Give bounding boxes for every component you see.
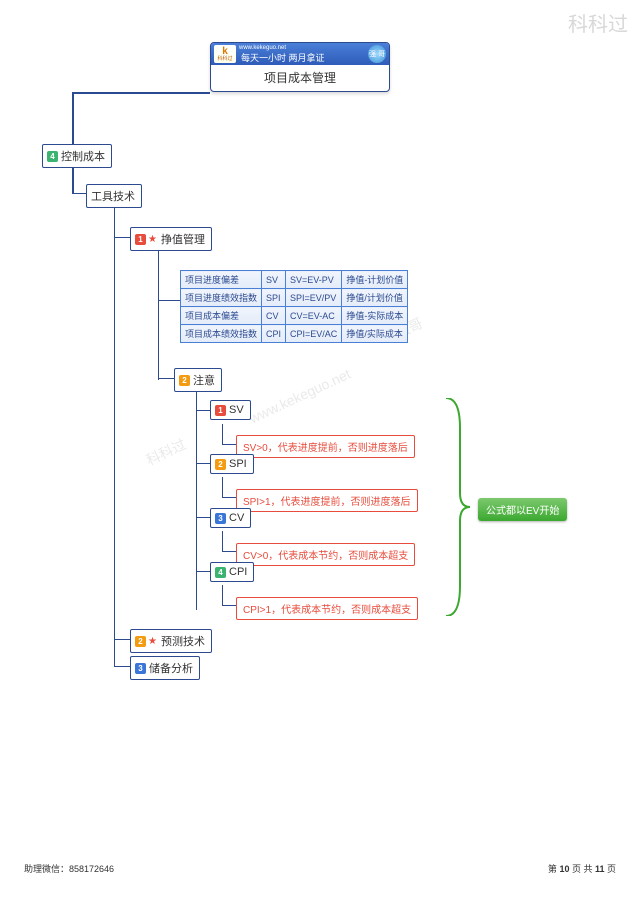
node-num-icon: 2 bbox=[135, 636, 146, 647]
star-icon: ★ bbox=[148, 636, 157, 647]
connector-line bbox=[196, 410, 210, 411]
node-num-icon: 3 bbox=[135, 663, 146, 674]
connector-line bbox=[114, 237, 130, 238]
node-label: 注意 bbox=[193, 372, 215, 388]
connector-line bbox=[222, 444, 236, 445]
watermark-top-right: 科科过 bbox=[568, 8, 628, 37]
connector-line bbox=[72, 92, 74, 144]
footer-left: 助理微信：858172646 bbox=[24, 862, 114, 875]
connector-line bbox=[72, 92, 210, 94]
table-row: 项目进度偏差SVSV=EV-PV挣值-计划价值 bbox=[181, 271, 408, 289]
node-reserve: 3 储备分析 bbox=[130, 656, 200, 680]
brace-icon bbox=[442, 398, 472, 616]
node-cpi: 4 CPI bbox=[210, 562, 254, 582]
watermark-diag-brand: 科科过 bbox=[143, 434, 190, 470]
node-label: CV bbox=[229, 512, 244, 524]
node-evm: 1 ★ 挣值管理 bbox=[130, 227, 212, 251]
connector-line bbox=[158, 378, 174, 379]
node-num-icon: 1 bbox=[135, 234, 146, 245]
connector-line bbox=[196, 463, 210, 464]
node-forecast: 2 ★ 预测技术 bbox=[130, 629, 212, 653]
connector-line bbox=[222, 605, 236, 606]
desc-cv: CV>0，代表成本节约，否则成本超支 bbox=[236, 543, 415, 566]
connector-line bbox=[158, 250, 159, 380]
badge-icon: 强 哥 bbox=[368, 45, 386, 63]
node-label: 挣值管理 bbox=[161, 231, 205, 247]
node-spi: 2 SPI bbox=[210, 454, 254, 474]
connector-line bbox=[222, 531, 223, 551]
logo-icon: k 科科过 bbox=[214, 45, 236, 63]
node-label: SV bbox=[229, 404, 244, 416]
node-label: SPI bbox=[229, 458, 247, 470]
node-label: 工具技术 bbox=[91, 188, 135, 204]
node-control-cost: 4 控制成本 bbox=[42, 144, 112, 168]
connector-line bbox=[72, 166, 74, 193]
desc-spi: SPI>1，代表进度提前，否则进度落后 bbox=[236, 489, 418, 512]
watermark-diag-url-1: www.kekeguo.net bbox=[247, 366, 353, 427]
node-num-icon: 2 bbox=[179, 375, 190, 386]
desc-cpi: CPI>1，代表成本节约，否则成本超支 bbox=[236, 597, 418, 620]
connector-line bbox=[222, 424, 223, 444]
title-main: 项目成本管理 bbox=[211, 65, 389, 86]
title-slogan: 每天一小时 两月拿证 bbox=[241, 51, 325, 64]
connector-line bbox=[222, 497, 236, 498]
connector-line bbox=[114, 639, 130, 640]
table-row: 项目进度绩效指数SPISPI=EV/PV挣值/计划价值 bbox=[181, 289, 408, 307]
table-row: 项目成本偏差CVCV=EV-AC挣值-实际成本 bbox=[181, 307, 408, 325]
connector-line bbox=[196, 517, 210, 518]
connector-line bbox=[72, 193, 86, 194]
node-num-icon: 1 bbox=[215, 405, 226, 416]
node-num-icon: 4 bbox=[215, 567, 226, 578]
node-note: 2 注意 bbox=[174, 368, 222, 392]
node-num-icon: 4 bbox=[47, 151, 58, 162]
node-label: CPI bbox=[229, 566, 247, 578]
footer-right: 第 10 页 共 11 页 bbox=[548, 862, 616, 875]
connector-line bbox=[158, 300, 180, 301]
callout-ev: 公式都以EV开始 bbox=[478, 498, 567, 521]
node-cv: 3 CV bbox=[210, 508, 251, 528]
node-label: 控制成本 bbox=[61, 148, 105, 164]
connector-line bbox=[222, 477, 223, 497]
desc-sv: SV>0，代表进度提前，否则进度落后 bbox=[236, 435, 415, 458]
connector-line bbox=[196, 571, 210, 572]
star-icon: ★ bbox=[148, 234, 157, 245]
connector-line bbox=[222, 585, 223, 605]
table-row: 项目成本绩效指数CPICPI=EV/AC挣值/实际成本 bbox=[181, 325, 408, 343]
node-label: 预测技术 bbox=[161, 633, 205, 649]
formula-table: 项目进度偏差SVSV=EV-PV挣值-计划价值 项目进度绩效指数SPISPI=E… bbox=[180, 270, 408, 343]
node-num-icon: 3 bbox=[215, 513, 226, 524]
node-tools-tech: 工具技术 bbox=[86, 184, 142, 208]
connector-line bbox=[222, 551, 236, 552]
title-panel: k 科科过 www.kekeguo.net 每天一小时 两月拿证 强 哥 项目成… bbox=[210, 42, 390, 92]
connector-line bbox=[114, 207, 115, 667]
node-label: 储备分析 bbox=[149, 660, 193, 676]
connector-line bbox=[114, 666, 130, 667]
title-bar: k 科科过 www.kekeguo.net 每天一小时 两月拿证 强 哥 bbox=[211, 43, 389, 65]
node-num-icon: 2 bbox=[215, 459, 226, 470]
node-sv: 1 SV bbox=[210, 400, 251, 420]
connector-line bbox=[196, 392, 197, 610]
